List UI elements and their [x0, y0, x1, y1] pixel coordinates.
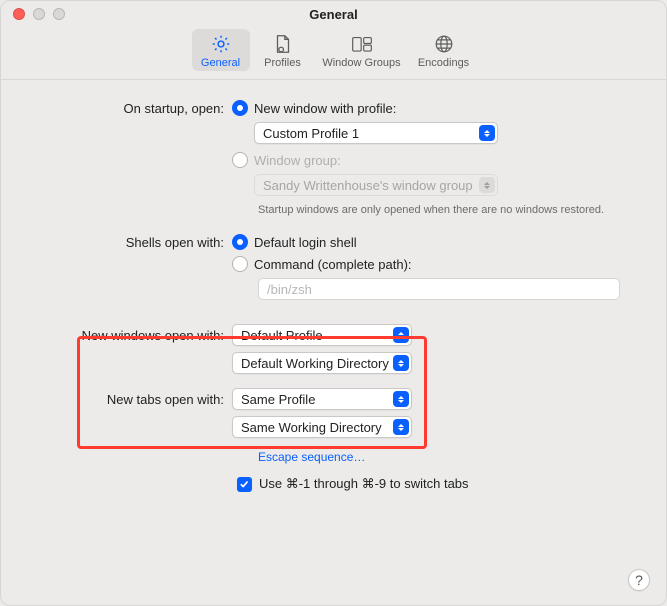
profile-icon: [272, 33, 294, 55]
select-new-window-dir[interactable]: Default Working Directory: [232, 352, 412, 374]
radio-label: Default login shell: [254, 235, 357, 250]
tab-encodings[interactable]: Encodings: [412, 29, 476, 71]
tab-profiles[interactable]: Profiles: [254, 29, 312, 71]
select-startup-profile[interactable]: Custom Profile 1: [254, 122, 498, 144]
select-value: Default Profile: [241, 328, 323, 343]
radio-label: New window with profile:: [254, 101, 396, 116]
select-value: Same Working Directory: [241, 420, 382, 435]
label-new-windows: New windows open with:: [37, 328, 232, 343]
escape-sequence-link[interactable]: Escape sequence…: [258, 450, 365, 464]
gear-icon: [210, 33, 232, 55]
select-value: Sandy Writtenhouse's window group: [263, 178, 473, 193]
radio-command[interactable]: [232, 256, 248, 272]
checkbox-label: Use ⌘-1 through ⌘-9 to switch tabs: [259, 476, 469, 492]
checkbox-switch-tabs[interactable]: [237, 477, 252, 492]
tab-label: Window Groups: [322, 57, 400, 69]
window-title: General: [1, 7, 666, 22]
titlebar: General: [1, 1, 666, 27]
select-new-window-profile[interactable]: Default Profile: [232, 324, 412, 346]
startup-note: Startup windows are only opened when the…: [258, 204, 630, 216]
select-value: Same Profile: [241, 392, 315, 407]
globe-icon: [433, 33, 455, 55]
radio-new-window-profile[interactable]: [232, 100, 248, 116]
chevron-updown-icon: [393, 419, 409, 435]
radio-label: Command (complete path):: [254, 257, 412, 272]
select-new-tab-dir[interactable]: Same Working Directory: [232, 416, 412, 438]
label-shells-open: Shells open with:: [37, 235, 232, 250]
select-value: Default Working Directory: [241, 356, 389, 371]
help-icon: ?: [635, 572, 643, 588]
label-on-startup: On startup, open:: [37, 101, 232, 116]
tab-label: Profiles: [264, 57, 301, 69]
chevron-updown-icon: [479, 125, 495, 141]
chevron-updown-icon: [393, 391, 409, 407]
label-new-tabs: New tabs open with:: [37, 392, 232, 407]
tab-general[interactable]: General: [192, 29, 250, 71]
radio-default-shell[interactable]: [232, 234, 248, 250]
tab-window-groups[interactable]: Window Groups: [316, 29, 408, 71]
select-value: Custom Profile 1: [263, 126, 359, 141]
tab-label: Encodings: [418, 57, 469, 69]
preferences-toolbar: General Profiles Window Groups: [1, 27, 666, 80]
select-window-group: Sandy Writtenhouse's window group: [254, 174, 498, 196]
chevron-updown-icon: [393, 355, 409, 371]
tab-label: General: [201, 57, 240, 69]
command-path-input[interactable]: /bin/zsh: [258, 278, 620, 300]
radio-window-group[interactable]: [232, 152, 248, 168]
help-button[interactable]: ?: [628, 569, 650, 591]
chevron-updown-icon: [393, 327, 409, 343]
placeholder: /bin/zsh: [267, 282, 312, 297]
select-new-tab-profile[interactable]: Same Profile: [232, 388, 412, 410]
chevron-updown-icon: [479, 177, 495, 193]
window-groups-icon: [351, 33, 373, 55]
radio-label: Window group:: [254, 153, 341, 168]
